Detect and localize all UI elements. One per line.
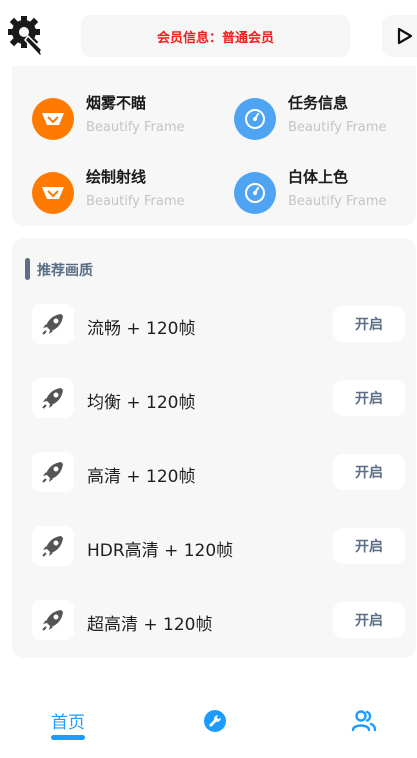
play-button[interactable]	[382, 15, 417, 57]
feature-subtitle: Beautify Frame	[288, 194, 387, 209]
orange-badge-icon	[32, 172, 74, 214]
quality-label: 均衡 + 120帧	[87, 393, 196, 413]
nav-home-tab[interactable]: 首页	[48, 708, 88, 742]
member-info-pill[interactable]: 会员信息：普通会员	[81, 15, 350, 57]
gear-wrench-icon	[8, 16, 46, 58]
feature-item-task[interactable]: 任务信息 Beautify Frame	[234, 92, 417, 148]
rocket-icon	[32, 526, 74, 566]
feature-item-color[interactable]: 白体上色 Beautify Frame	[234, 166, 417, 222]
speedometer-icon	[234, 172, 276, 214]
section-title: 推荐画质	[37, 263, 93, 279]
bottom-nav: 首页	[0, 690, 417, 758]
member-info-text: 会员信息：普通会员	[156, 30, 274, 46]
quality-row: 流畅 + 120帧 开启	[12, 296, 416, 352]
enable-button[interactable]: 开启	[333, 380, 405, 416]
speedometer-icon	[234, 98, 276, 140]
section-bar	[25, 258, 30, 280]
rocket-icon	[32, 378, 74, 418]
enable-button[interactable]: 开启	[333, 602, 405, 638]
quality-row: HDR高清 + 120帧 开启	[12, 518, 416, 574]
nav-tools-tab[interactable]	[203, 709, 227, 733]
rocket-icon	[32, 600, 74, 640]
enable-button[interactable]: 开启	[333, 454, 405, 490]
active-tab-indicator	[51, 735, 85, 740]
feature-item-ray[interactable]: 绘制射线 Beautify Frame	[32, 166, 222, 222]
feature-title: 白体上色	[288, 168, 349, 186]
quality-card: 推荐画质 流畅 + 120帧 开启 均衡 + 120帧 开启 高清 + 120帧…	[12, 238, 416, 658]
orange-badge-icon	[32, 98, 74, 140]
rocket-icon	[32, 304, 74, 344]
quality-row: 均衡 + 120帧 开启	[12, 370, 416, 426]
rocket-icon	[32, 452, 74, 492]
quality-label: 高清 + 120帧	[87, 467, 196, 487]
nav-users-tab[interactable]	[351, 710, 377, 732]
quality-label: 超高清 + 120帧	[87, 615, 213, 635]
feature-title: 绘制射线	[86, 168, 147, 186]
enable-button[interactable]: 开启	[333, 528, 405, 564]
quality-row: 高清 + 120帧 开启	[12, 444, 416, 500]
feature-card: 烟雾不瞄 Beautify Frame 任务信息 Beautify Frame …	[12, 66, 416, 226]
users-icon	[351, 710, 377, 732]
feature-item-smoke[interactable]: 烟雾不瞄 Beautify Frame	[32, 92, 222, 148]
feature-subtitle: Beautify Frame	[86, 120, 185, 135]
settings-button[interactable]	[6, 14, 50, 58]
feature-title: 烟雾不瞄	[86, 94, 147, 112]
top-bar: 会员信息：普通会员	[0, 0, 417, 70]
quality-label: HDR高清 + 120帧	[87, 541, 234, 561]
quality-row: 超高清 + 120帧 开启	[12, 592, 416, 648]
feature-subtitle: Beautify Frame	[288, 120, 387, 135]
enable-button[interactable]: 开启	[333, 306, 405, 342]
quality-label: 流畅 + 120帧	[87, 319, 196, 339]
nav-home-label: 首页	[51, 713, 85, 733]
play-icon	[397, 27, 413, 45]
feature-subtitle: Beautify Frame	[86, 194, 185, 209]
feature-title: 任务信息	[288, 94, 349, 112]
wrench-icon	[204, 710, 226, 732]
